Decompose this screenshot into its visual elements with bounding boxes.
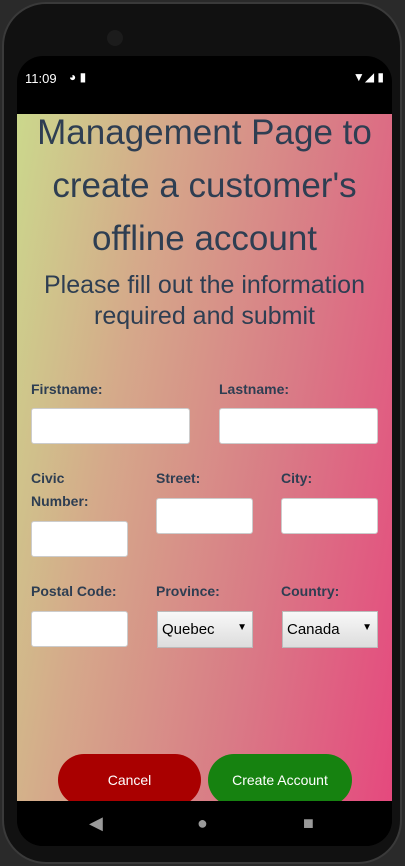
create-account-button[interactable]: Create Account <box>208 754 352 801</box>
status-bar: 11:09 ◕ ▮ ▼◢ ▮ <box>17 56 392 114</box>
province-select[interactable]: Quebec ▼ <box>157 611 253 648</box>
city-input[interactable] <box>281 498 378 534</box>
battery-icon: ▮ <box>377 70 384 84</box>
street-label: Street: <box>156 470 201 486</box>
firstname-input[interactable] <box>31 408 190 444</box>
navigation-bar: ◀ ● ■ <box>17 801 392 846</box>
city-label: City: <box>281 470 313 486</box>
lastname-label: Lastname: <box>219 381 290 397</box>
wifi-icon: ▼ <box>352 70 365 84</box>
sync-icon: ◕ <box>69 70 77 84</box>
province-value: Quebec <box>162 621 215 638</box>
country-select[interactable]: Canada ▼ <box>282 611 378 648</box>
home-icon[interactable]: ● <box>197 813 208 834</box>
country-label: Country: <box>281 583 340 599</box>
page-subtitle: Please fill out the information required… <box>43 271 365 330</box>
camera <box>107 30 123 46</box>
civic-number-label: Civic Number: <box>31 470 89 509</box>
clock: 11:09 <box>25 71 57 86</box>
firstname-label: Firstname: <box>31 381 103 397</box>
postal-code-label: Postal Code: <box>31 583 117 599</box>
cancel-button[interactable]: Cancel <box>58 754 201 801</box>
postal-code-input[interactable] <box>31 611 128 647</box>
sd-card-icon: ▮ <box>79 70 87 84</box>
screen: 11:09 ◕ ▮ ▼◢ ▮ Management Page to create… <box>17 56 392 846</box>
street-input[interactable] <box>156 498 253 534</box>
app-content: Management Page to create a customer's o… <box>17 114 392 801</box>
dropdown-arrow-icon: ▼ <box>362 622 372 633</box>
province-label: Province: <box>156 583 220 599</box>
country-value: Canada <box>287 621 340 638</box>
civic-number-input[interactable] <box>31 521 128 557</box>
recents-icon[interactable]: ■ <box>303 813 314 834</box>
lastname-input[interactable] <box>219 408 378 444</box>
signal-icon: ◢ <box>364 70 375 84</box>
phone-frame: 11:09 ◕ ▮ ▼◢ ▮ Management Page to create… <box>2 2 402 864</box>
page-title: Management Page to create a customer's o… <box>37 114 372 258</box>
back-icon[interactable]: ◀ <box>89 813 103 834</box>
dropdown-arrow-icon: ▼ <box>237 622 247 633</box>
